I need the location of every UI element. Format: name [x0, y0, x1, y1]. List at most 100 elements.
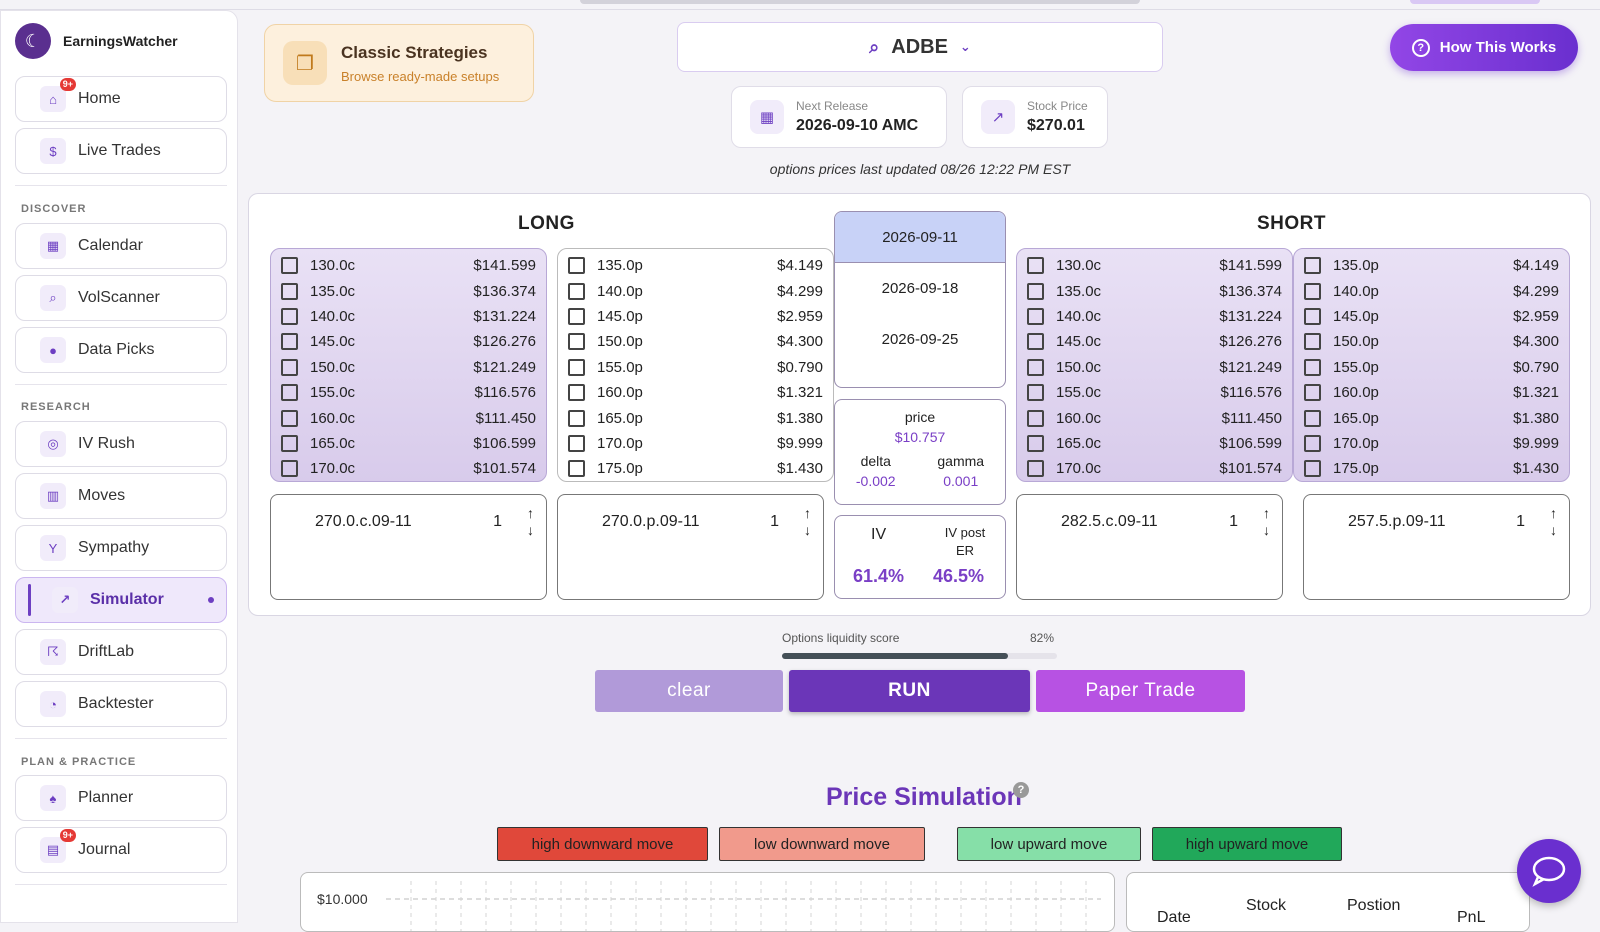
option-checkbox[interactable] [1304, 333, 1321, 351]
option-checkbox[interactable] [568, 460, 585, 478]
option-checkbox[interactable] [281, 358, 298, 376]
option-checkbox[interactable] [1027, 384, 1044, 402]
option-checkbox[interactable] [1304, 358, 1321, 376]
sidebar-item-moves[interactable]: ▥ Moves [15, 473, 227, 519]
option-checkbox[interactable] [1027, 358, 1044, 376]
option-row[interactable]: 170.0c $101.574 [1017, 456, 1292, 481]
option-checkbox[interactable] [1027, 409, 1044, 427]
option-checkbox[interactable] [568, 409, 585, 427]
option-row[interactable]: 155.0p $0.790 [558, 355, 833, 380]
option-row[interactable]: 160.0c $111.450 [271, 405, 546, 430]
expiry-option[interactable]: 2026-09-25 [835, 314, 1005, 365]
sidebar-item-calendar[interactable]: ▦ Calendar [15, 223, 227, 269]
option-checkbox[interactable] [1027, 333, 1044, 351]
option-checkbox[interactable] [1304, 460, 1321, 478]
qty-stepper-icon[interactable]: ↑ ↓ [1550, 505, 1557, 539]
option-checkbox[interactable] [568, 384, 585, 402]
option-row[interactable]: 155.0c $116.576 [1017, 380, 1292, 405]
option-checkbox[interactable] [1027, 460, 1044, 478]
option-row[interactable]: 145.0c $126.276 [271, 329, 546, 354]
brand[interactable]: ☾ EarningsWatcher [1, 11, 237, 71]
expiry-option[interactable]: 2026-09-11 [835, 212, 1005, 263]
option-checkbox[interactable] [281, 460, 298, 478]
short-puts-list[interactable]: 135.0p $4.149 140.0p $4.299 145.0p $2.959 150.… [1293, 248, 1570, 482]
option-row[interactable]: 140.0p $4.299 [558, 278, 833, 303]
option-row[interactable]: 155.0p $0.790 [1294, 355, 1569, 380]
option-checkbox[interactable] [1304, 434, 1321, 452]
option-checkbox[interactable] [281, 384, 298, 402]
option-row[interactable]: 165.0c $106.599 [271, 431, 546, 456]
leg-card[interactable]: 270.0.p.09-11 1 ↑ ↓ [557, 494, 824, 600]
option-checkbox[interactable] [1304, 257, 1321, 275]
option-checkbox[interactable] [568, 333, 585, 351]
low-upward-move-button[interactable]: low upward move [957, 827, 1141, 861]
option-checkbox[interactable] [1304, 307, 1321, 325]
leg-card[interactable]: 257.5.p.09-11 1 ↑ ↓ [1303, 494, 1570, 600]
option-checkbox[interactable] [1304, 282, 1321, 300]
option-row[interactable]: 150.0c $121.249 [1017, 355, 1292, 380]
option-checkbox[interactable] [1304, 384, 1321, 402]
option-checkbox[interactable] [281, 257, 298, 275]
option-row[interactable]: 145.0c $126.276 [1017, 329, 1292, 354]
option-checkbox[interactable] [1027, 434, 1044, 452]
option-row[interactable]: 150.0p $4.300 [558, 329, 833, 354]
how-this-works-button[interactable]: ? How This Works [1390, 24, 1578, 71]
leg-qty[interactable]: 1 [770, 513, 779, 531]
option-checkbox[interactable] [568, 307, 585, 325]
qty-stepper-icon[interactable]: ↑ ↓ [527, 505, 534, 539]
sidebar-item-simulator[interactable]: ↗ Simulator [15, 577, 227, 623]
sidebar-item-data-picks[interactable]: ● Data Picks [15, 327, 227, 373]
high-upward-move-button[interactable]: high upward move [1152, 827, 1342, 861]
option-row[interactable]: 145.0p $2.959 [558, 304, 833, 329]
low-downward-move-button[interactable]: low downward move [719, 827, 925, 861]
option-checkbox[interactable] [1027, 257, 1044, 275]
leg-card[interactable]: 270.0.c.09-11 1 ↑ ↓ [270, 494, 547, 600]
classic-strategies-card[interactable]: ❐ Classic Strategies Browse ready-made s… [264, 24, 534, 102]
option-row[interactable]: 160.0p $1.321 [1294, 380, 1569, 405]
sidebar-item-driftlab[interactable]: ☈ DriftLab [15, 629, 227, 675]
option-checkbox[interactable] [568, 257, 585, 275]
option-row[interactable]: 170.0c $101.574 [271, 456, 546, 481]
leg-card[interactable]: 282.5.c.09-11 1 ↑ ↓ [1016, 494, 1283, 600]
sidebar-item-volscanner[interactable]: ⌕ VolScanner [15, 275, 227, 321]
short-calls-list[interactable]: 130.0c $141.599 135.0c $136.374 140.0c $131.2… [1016, 248, 1293, 482]
run-button[interactable]: RUN [789, 670, 1030, 712]
ticker-search[interactable]: ⌕ ADBE ⌄ [677, 22, 1163, 72]
chevron-down-icon[interactable]: ⌄ [960, 39, 971, 55]
option-row[interactable]: 135.0c $136.374 [271, 278, 546, 303]
expiry-list[interactable]: 2026-09-11 2026-09-18 2026-09-25 [834, 211, 1006, 388]
option-row[interactable]: 145.0p $2.959 [1294, 304, 1569, 329]
chat-button[interactable] [1517, 839, 1581, 903]
option-checkbox[interactable] [568, 282, 585, 300]
option-row[interactable]: 150.0c $121.249 [271, 355, 546, 380]
option-row[interactable]: 135.0p $4.149 [558, 253, 833, 278]
sidebar-item-journal[interactable]: ▤ 9+ Journal [15, 827, 227, 873]
sidebar-item-home[interactable]: ⌂ 9+ Home [15, 76, 227, 122]
option-row[interactable]: 135.0c $136.374 [1017, 278, 1292, 303]
option-checkbox[interactable] [1027, 282, 1044, 300]
option-checkbox[interactable] [1027, 307, 1044, 325]
option-row[interactable]: 155.0c $116.576 [271, 380, 546, 405]
option-checkbox[interactable] [281, 282, 298, 300]
sidebar-item-live-trades[interactable]: $ Live Trades [15, 128, 227, 174]
sidebar-item-planner[interactable]: ♠ Planner [15, 775, 227, 821]
option-row[interactable]: 175.0p $1.430 [1294, 456, 1569, 481]
long-calls-list[interactable]: 130.0c $141.599 135.0c $136.374 140.0c $131.2… [270, 248, 547, 482]
leg-qty[interactable]: 1 [493, 513, 502, 531]
option-row[interactable]: 170.0p $9.999 [1294, 431, 1569, 456]
paper-trade-button[interactable]: Paper Trade [1036, 670, 1245, 712]
leg-qty[interactable]: 1 [1516, 513, 1525, 531]
option-row[interactable]: 130.0c $141.599 [1017, 253, 1292, 278]
clear-button[interactable]: clear [595, 670, 783, 712]
option-row[interactable]: 165.0p $1.380 [1294, 405, 1569, 430]
option-checkbox[interactable] [281, 409, 298, 427]
option-row[interactable]: 160.0c $111.450 [1017, 405, 1292, 430]
long-puts-list[interactable]: 135.0p $4.149 140.0p $4.299 145.0p $2.959 150.… [557, 248, 834, 482]
option-row[interactable]: 165.0p $1.380 [558, 405, 833, 430]
option-checkbox[interactable] [281, 333, 298, 351]
option-row[interactable]: 140.0c $131.224 [271, 304, 546, 329]
qty-stepper-icon[interactable]: ↑ ↓ [1263, 505, 1270, 539]
option-checkbox[interactable] [281, 307, 298, 325]
expiry-option[interactable]: 2026-09-18 [835, 263, 1005, 314]
option-row[interactable]: 135.0p $4.149 [1294, 253, 1569, 278]
